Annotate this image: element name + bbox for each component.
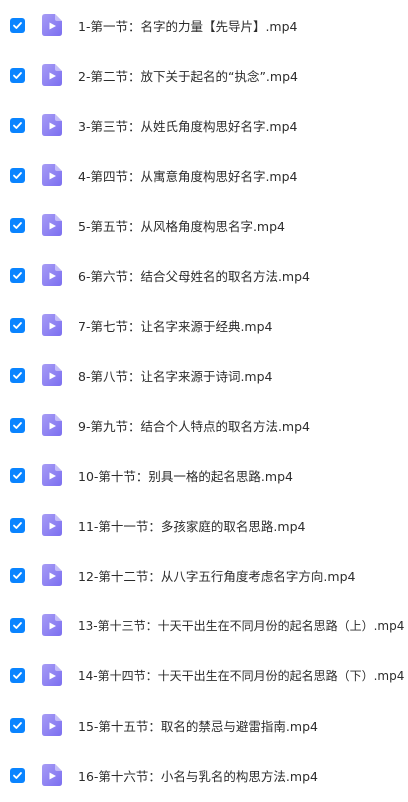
file-checkbox[interactable] — [10, 117, 25, 133]
file-row[interactable]: 13-第十三节：十天干出生在不同月份的起名思路（上）.mp4 — [0, 600, 408, 650]
checkmark-icon — [13, 721, 22, 729]
checkmark-icon — [13, 671, 22, 679]
file-checkbox[interactable] — [10, 367, 25, 383]
checkmark-icon — [13, 271, 22, 279]
checkmark-icon — [13, 221, 22, 229]
video-file-icon — [42, 764, 62, 786]
file-name: 13-第十三节：十天干出生在不同月份的起名思路（上）.mp4 — [78, 618, 405, 633]
video-file-icon — [42, 114, 62, 136]
file-name: 2-第二节：放下关于起名的“执念”.mp4 — [78, 68, 298, 84]
file-row[interactable]: 7-第七节：让名字来源于经典.mp4 — [0, 300, 408, 350]
video-file-icon — [42, 214, 62, 236]
file-checkbox[interactable] — [10, 567, 25, 583]
file-row[interactable]: 6-第六节：结合父母姓名的取名方法.mp4 — [0, 250, 408, 300]
file-name: 15-第十五节：取名的禁忌与避雷指南.mp4 — [78, 718, 318, 734]
video-file-icon — [42, 464, 62, 486]
file-name: 4-第四节：从寓意角度构思好名字.mp4 — [78, 168, 298, 184]
video-file-icon — [42, 314, 62, 336]
file-name: 5-第五节：从风格角度构思名字.mp4 — [78, 218, 286, 234]
checkmark-icon — [13, 621, 22, 629]
file-checkbox[interactable] — [10, 317, 25, 333]
file-row[interactable]: 12-第十二节：从八字五行角度考虑名字方向.mp4 — [0, 550, 408, 600]
checkmark-icon — [13, 571, 22, 579]
video-file-icon — [42, 514, 62, 536]
file-checkbox[interactable] — [10, 167, 25, 183]
video-file-icon — [42, 264, 62, 286]
video-file-icon — [42, 414, 62, 436]
file-name: 7-第七节：让名字来源于经典.mp4 — [78, 318, 273, 334]
file-checkbox[interactable] — [10, 717, 25, 733]
file-row[interactable]: 2-第二节：放下关于起名的“执念”.mp4 — [0, 50, 408, 100]
video-file-icon — [42, 64, 62, 86]
checkmark-icon — [13, 321, 22, 329]
file-name: 6-第六节：结合父母姓名的取名方法.mp4 — [78, 268, 311, 284]
video-file-icon — [42, 614, 62, 636]
file-row[interactable]: 8-第八节：让名字来源于诗词.mp4 — [0, 350, 408, 400]
checkmark-icon — [13, 171, 22, 179]
file-name: 10-第十节：别具一格的起名思路.mp4 — [78, 468, 293, 484]
file-row[interactable]: 5-第五节：从风格角度构思名字.mp4 — [0, 200, 408, 250]
checkmark-icon — [13, 521, 22, 529]
file-checkbox[interactable] — [10, 467, 25, 483]
file-row[interactable]: 1-第一节：名字的力量【先导片】.mp4 — [0, 0, 408, 50]
checkmark-icon — [13, 121, 22, 129]
file-row[interactable]: 9-第九节：结合个人特点的取名方法.mp4 — [0, 400, 408, 450]
file-row[interactable]: 14-第十四节：十天干出生在不同月份的起名思路（下）.mp4 — [0, 650, 408, 700]
video-file-icon — [42, 664, 62, 686]
file-row[interactable]: 15-第十五节：取名的禁忌与避雷指南.mp4 — [0, 700, 408, 750]
file-row[interactable]: 10-第十节：别具一格的起名思路.mp4 — [0, 450, 408, 500]
file-checkbox[interactable] — [10, 267, 25, 283]
file-checkbox[interactable] — [10, 17, 25, 33]
file-name: 8-第八节：让名字来源于诗词.mp4 — [78, 368, 273, 384]
file-row[interactable]: 11-第十一节：多孩家庭的取名思路.mp4 — [0, 500, 408, 550]
file-checkbox[interactable] — [10, 767, 25, 783]
file-checkbox[interactable] — [10, 667, 25, 683]
file-checkbox[interactable] — [10, 67, 25, 83]
video-file-icon — [42, 164, 62, 186]
file-row[interactable]: 3-第三节：从姓氏角度构思好名字.mp4 — [0, 100, 408, 150]
video-file-icon — [42, 364, 62, 386]
video-file-icon — [42, 714, 62, 736]
file-list: 1-第一节：名字的力量【先导片】.mp4 2-第二节：放下关于起名的“执念”.mp… — [0, 0, 408, 802]
file-name: 16-第十六节：小名与乳名的构思方法.mp4 — [78, 768, 318, 784]
checkmark-icon — [13, 421, 22, 429]
file-name: 12-第十二节：从八字五行角度考虑名字方向.mp4 — [78, 568, 356, 584]
checkmark-icon — [13, 471, 22, 479]
file-name: 14-第十四节：十天干出生在不同月份的起名思路（下）.mp4 — [78, 668, 405, 683]
file-checkbox[interactable] — [10, 217, 25, 233]
file-checkbox[interactable] — [10, 617, 25, 633]
file-checkbox[interactable] — [10, 417, 25, 433]
checkmark-icon — [13, 71, 22, 79]
file-name: 9-第九节：结合个人特点的取名方法.mp4 — [78, 418, 311, 434]
file-name: 11-第十一节：多孩家庭的取名思路.mp4 — [78, 518, 306, 534]
file-row[interactable]: 16-第十六节：小名与乳名的构思方法.mp4 — [0, 750, 408, 800]
file-name: 3-第三节：从姓氏角度构思好名字.mp4 — [78, 118, 298, 134]
file-row[interactable]: 4-第四节：从寓意角度构思好名字.mp4 — [0, 150, 408, 200]
file-checkbox[interactable] — [10, 517, 25, 533]
file-name: 1-第一节：名字的力量【先导片】.mp4 — [78, 18, 298, 34]
checkmark-icon — [13, 21, 22, 29]
video-file-icon — [42, 14, 62, 36]
checkmark-icon — [13, 771, 22, 779]
checkmark-icon — [13, 371, 22, 379]
video-file-icon — [42, 564, 62, 586]
